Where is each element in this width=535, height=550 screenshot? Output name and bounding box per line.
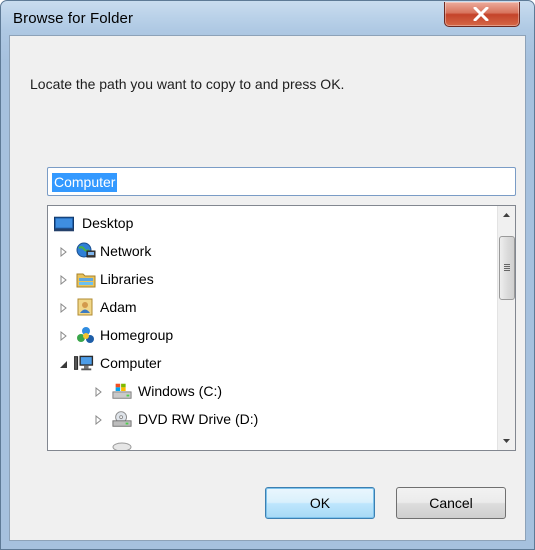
tree-item-windows-c[interactable]: Windows (C:) (52, 377, 492, 405)
window-title: Browse for Folder (13, 10, 134, 27)
tree-item-dvd-rw-drive-d[interactable]: DVD RW Drive (D:) (52, 405, 492, 433)
libraries-icon (76, 273, 96, 288)
tree-item-libraries[interactable]: Libraries (52, 265, 492, 293)
cancel-button[interactable]: Cancel (396, 487, 506, 519)
network-icon (76, 242, 96, 258)
ok-button[interactable]: OK (265, 487, 375, 519)
tree-item-homegroup[interactable]: Homegroup (52, 321, 492, 349)
folder-path-input[interactable]: Computer (47, 167, 516, 196)
tree-item-partial[interactable] (112, 433, 412, 450)
scroll-up-arrow-icon (503, 213, 510, 217)
tree-item-desktop[interactable]: Desktop (52, 209, 492, 237)
title-bar[interactable]: Browse for Folder (1, 1, 534, 35)
scroll-up-button[interactable] (498, 206, 515, 223)
expand-arrow-icon[interactable] (60, 275, 68, 285)
drive-icon (112, 442, 132, 450)
close-button[interactable] (444, 2, 520, 27)
expand-arrow-icon[interactable] (60, 247, 68, 257)
tree-vertical-scrollbar[interactable] (497, 206, 515, 450)
tree-item-label: DVD RW Drive (D:) (138, 411, 259, 427)
tree-item-label: Windows (C:) (138, 383, 223, 399)
collapse-arrow-icon[interactable] (59, 360, 68, 369)
tree-item-network[interactable]: Network (52, 237, 492, 265)
expand-arrow-icon[interactable] (95, 387, 103, 397)
tree-item-label: Desktop (82, 215, 134, 231)
scroll-grip-line (504, 266, 510, 267)
desktop-icon (54, 216, 74, 232)
folder-path-value: Computer (52, 173, 118, 192)
expand-arrow-icon[interactable] (60, 303, 68, 313)
homegroup-icon (77, 327, 94, 343)
close-icon (473, 7, 489, 21)
tree-item-label: Computer (100, 355, 162, 371)
tree-item-label: Libraries (100, 271, 154, 287)
scroll-grip-line (504, 270, 510, 271)
scroll-grip-line (504, 264, 510, 265)
tree-item-label: Adam (100, 299, 137, 315)
user-folder-icon (77, 298, 93, 316)
scroll-down-arrow-icon (503, 439, 510, 443)
tree-item-label: Homegroup (100, 327, 174, 343)
scroll-grip-line (504, 268, 510, 269)
folder-tree[interactable]: Desktop Network Libraries Adam Homegroup… (47, 205, 516, 451)
tree-item-label: Network (100, 243, 152, 259)
scroll-thumb[interactable] (499, 236, 515, 300)
tree-item-adam[interactable]: Adam (52, 293, 492, 321)
dvd-drive-icon (112, 411, 132, 427)
windows-drive-icon (112, 383, 132, 399)
tree-item-computer[interactable]: Computer (52, 349, 492, 377)
computer-icon (74, 355, 94, 371)
instructions-text: Locate the path you want to copy to and … (30, 76, 345, 92)
expand-arrow-icon[interactable] (60, 331, 68, 341)
expand-arrow-icon[interactable] (95, 415, 103, 425)
scroll-down-button[interactable] (498, 433, 515, 450)
